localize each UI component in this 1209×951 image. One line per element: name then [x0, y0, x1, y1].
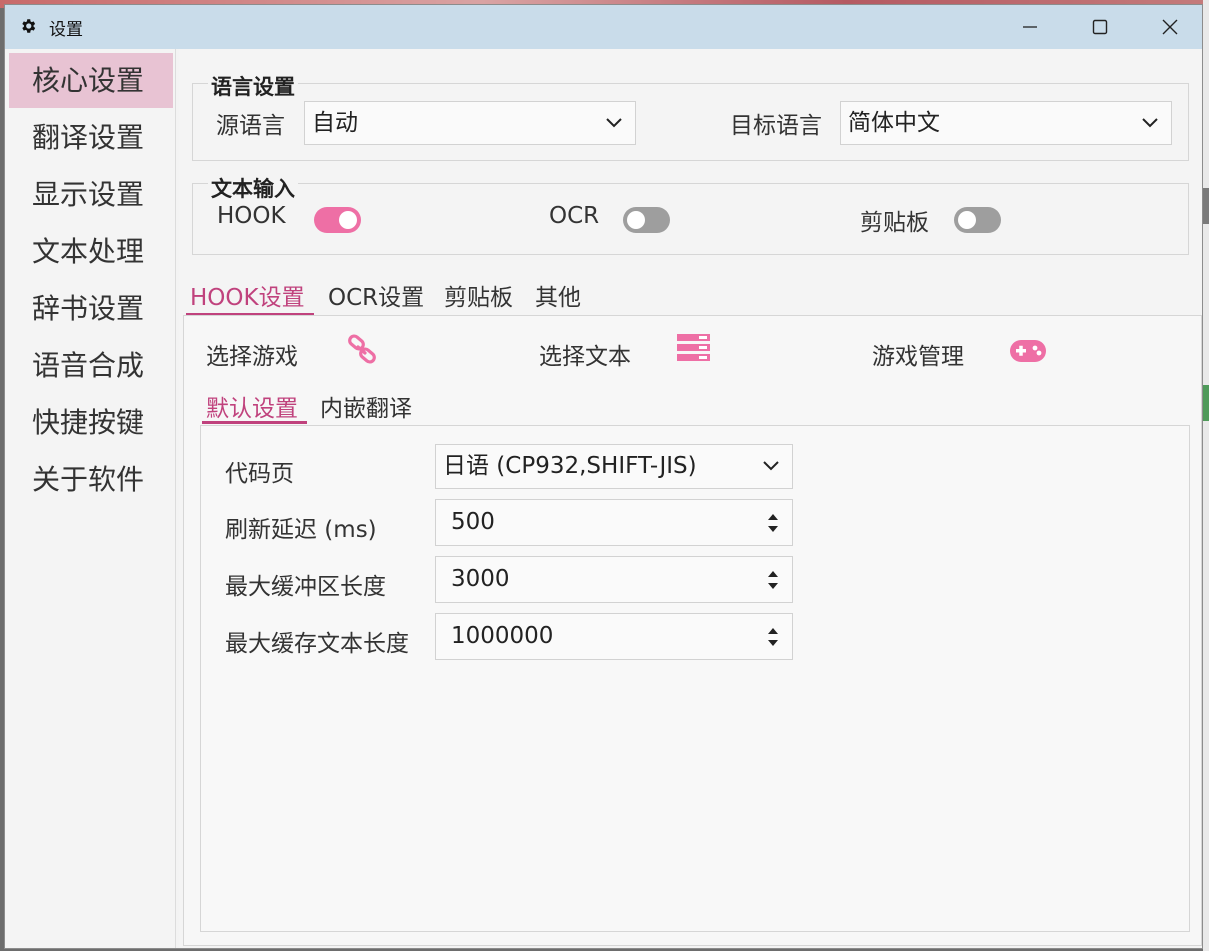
sidebar: 核心设置 翻译设置 显示设置 文本处理 辞书设置 语音合成 快捷按键 关于软件 — [5, 49, 176, 948]
close-icon — [1162, 19, 1178, 35]
link-icon[interactable] — [346, 333, 378, 365]
game-manage-label: 游戏管理 — [872, 344, 964, 370]
sidebar-item-dictionary-settings[interactable]: 辞书设置 — [9, 281, 173, 336]
sidebar-item-display-settings[interactable]: 显示设置 — [9, 167, 173, 222]
hook-toggle[interactable] — [314, 207, 361, 233]
max-cache-value: 1000000 — [451, 623, 554, 649]
spin-arrows-icon[interactable] — [766, 568, 780, 592]
source-language-label: 源语言 — [216, 113, 285, 139]
clipboard-label: 剪贴板 — [860, 210, 929, 236]
target-language-label: 目标语言 — [730, 113, 822, 139]
sidebar-item-text-processing[interactable]: 文本处理 — [9, 224, 173, 279]
chevron-down-icon — [763, 461, 779, 471]
clipboard-toggle[interactable] — [954, 207, 1001, 233]
close-button[interactable] — [1147, 5, 1193, 49]
sidebar-item-core-settings[interactable]: 核心设置 — [9, 53, 173, 108]
subtab-default-settings[interactable]: 默认设置 — [206, 389, 298, 423]
ocr-label: OCR — [549, 203, 600, 229]
minimize-button[interactable] — [1007, 5, 1053, 49]
spin-arrows-icon[interactable] — [766, 511, 780, 535]
source-language-select[interactable]: 自动 — [304, 101, 636, 145]
max-buffer-value: 3000 — [451, 566, 510, 592]
desktop-fragment — [1203, 385, 1209, 421]
settings-window: 设置 核心设置 翻译设置 显示设置 文本处理 辞书设置 语音合成 快捷按键 关于… — [4, 4, 1203, 949]
subtab-embedded-translation[interactable]: 内嵌翻译 — [320, 389, 412, 423]
desktop-fragment — [1203, 188, 1209, 224]
title-bar[interactable]: 设置 — [5, 5, 1202, 49]
text-input-group-title: 文本输入 — [208, 173, 298, 203]
sidebar-item-speech-synthesis[interactable]: 语音合成 — [9, 338, 173, 393]
gear-icon — [22, 19, 36, 33]
list-icon[interactable] — [677, 334, 710, 362]
tab-hook-settings[interactable]: HOOK设置 — [190, 278, 305, 312]
target-language-value: 简体中文 — [848, 110, 940, 136]
subtab-indicator — [202, 421, 307, 424]
minimize-icon — [1023, 26, 1037, 28]
source-language-value: 自动 — [312, 110, 358, 136]
hook-label: HOOK — [217, 203, 286, 229]
toggle-knob — [627, 211, 645, 229]
codepage-select[interactable]: 日语 (CP932,SHIFT-JIS) — [435, 444, 793, 489]
max-cache-label: 最大缓存文本长度 — [225, 631, 409, 657]
tab-other[interactable]: 其他 — [535, 278, 581, 312]
ocr-toggle[interactable] — [623, 207, 670, 233]
codepage-value: 日语 (CP932,SHIFT-JIS) — [443, 453, 697, 479]
max-buffer-spinbox[interactable]: 3000 — [435, 556, 793, 603]
refresh-delay-label: 刷新延迟 (ms) — [225, 517, 377, 543]
toggle-knob — [958, 211, 976, 229]
tab-ocr-settings[interactable]: OCR设置 — [328, 278, 424, 312]
chevron-down-icon — [1142, 118, 1158, 128]
refresh-delay-value: 500 — [451, 509, 495, 535]
tab-clipboard[interactable]: 剪贴板 — [444, 278, 513, 312]
maximize-button[interactable] — [1077, 5, 1123, 49]
chevron-down-icon — [606, 118, 622, 128]
max-buffer-label: 最大缓冲区长度 — [225, 574, 386, 600]
window-title: 设置 — [49, 20, 83, 40]
target-language-select[interactable]: 简体中文 — [840, 101, 1172, 145]
refresh-delay-spinbox[interactable]: 500 — [435, 499, 793, 546]
spin-arrows-icon[interactable] — [766, 625, 780, 649]
select-text-label: 选择文本 — [539, 344, 631, 370]
maximize-icon — [1092, 19, 1108, 35]
desktop-edge — [1203, 0, 1209, 951]
language-group-title: 语言设置 — [208, 71, 298, 101]
sidebar-item-hotkeys[interactable]: 快捷按键 — [9, 395, 173, 450]
select-game-label: 选择游戏 — [206, 344, 298, 370]
codepage-label: 代码页 — [225, 461, 294, 487]
gamepad-icon[interactable] — [1010, 340, 1046, 362]
sidebar-item-translation-settings[interactable]: 翻译设置 — [9, 110, 173, 165]
max-cache-spinbox[interactable]: 1000000 — [435, 613, 793, 660]
sidebar-item-about[interactable]: 关于软件 — [9, 452, 173, 507]
content-area: 语言设置 源语言 自动 目标语言 简体中文 文本输入 HOOK OCR 剪贴板 … — [179, 49, 1202, 948]
toggle-knob — [339, 211, 357, 229]
